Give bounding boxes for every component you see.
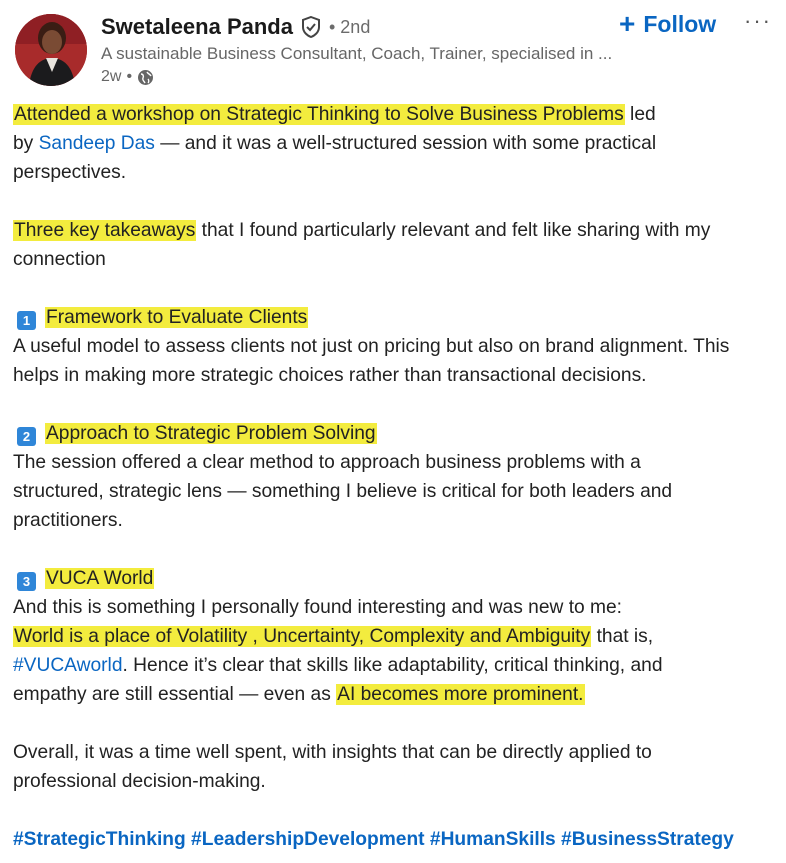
body-text: Overall, it was a time well spent, with …	[13, 742, 652, 763]
hashtag-link[interactable]: #VUCAworld	[13, 655, 123, 676]
author-name[interactable]: Swetaleena Panda	[101, 14, 293, 40]
body-text: helps in making more strategic choices r…	[13, 365, 647, 386]
globe-icon	[137, 69, 154, 86]
takeaway-title: Framework to Evaluate Clients	[45, 307, 309, 328]
connection-degree: 2nd	[340, 16, 371, 37]
body-text: — and it was a well-structured session w…	[154, 133, 657, 154]
mention-link[interactable]: Sandeep Das	[39, 133, 155, 154]
number-two-icon: 2	[17, 427, 36, 446]
takeaway-item-1: 1 Framework to Evaluate Clients A useful …	[13, 303, 781, 390]
body-text: . Hence it’s clear that skills like adap…	[122, 655, 663, 676]
number-three-icon: 3	[17, 572, 36, 591]
body-text: A useful model to assess clients not jus…	[13, 336, 730, 357]
follow-label: Follow	[643, 10, 717, 37]
body-text: by	[13, 133, 39, 154]
takeaways-intro: Three key takeaways that I found particu…	[13, 216, 781, 274]
post-body: Attended a workshop on Strategic Thinkin…	[13, 100, 781, 854]
body-text: structured, strategic lens — something I…	[13, 481, 673, 502]
takeaway-item-3: 3 VUCA World And this is something I pers…	[13, 564, 781, 709]
post-header: Swetaleena Panda • 2nd A sustainable Bus…	[0, 0, 786, 95]
body-text: that I found particularly relevant and f…	[196, 220, 711, 241]
body-text: connection	[13, 249, 106, 270]
body-text: And this is something I personally found…	[13, 597, 623, 618]
follow-button[interactable]: + Follow	[619, 10, 716, 38]
avatar-photo	[15, 14, 87, 86]
closing-paragraph: Overall, it was a time well spent, with …	[13, 738, 781, 796]
highlighted-text: World is a place of Volatility , Uncerta…	[13, 626, 592, 647]
degree-separator: •	[328, 16, 336, 37]
post-meta: 2w •	[101, 68, 621, 86]
highlighted-text: AI becomes more prominent.	[336, 684, 585, 705]
author-info: Swetaleena Panda • 2nd A sustainable Bus…	[101, 12, 621, 86]
hashtags-line[interactable]: #StrategicThinking #LeadershipDevelopmen…	[13, 825, 781, 854]
takeaway-title: VUCA World	[45, 568, 155, 589]
verified-shield-icon	[301, 16, 321, 38]
takeaway-title: Approach to Strategic Problem Solving	[45, 423, 377, 444]
author-headline: A sustainable Business Consultant, Coach…	[101, 44, 613, 63]
body-text: led	[624, 104, 656, 125]
intro-paragraph: Attended a workshop on Strategic Thinkin…	[13, 100, 781, 187]
body-text: The session offered a clear method to ap…	[13, 452, 641, 473]
highlighted-text: Attended a workshop on Strategic Thinkin…	[13, 104, 625, 125]
body-text: empathy are still essential — even as	[13, 684, 337, 705]
takeaway-item-2: 2 Approach to Strategic Problem Solving T…	[13, 419, 781, 535]
body-text: perspectives.	[13, 162, 127, 183]
plus-icon: +	[619, 8, 636, 39]
body-text: that is,	[591, 626, 654, 647]
post-time: 2w	[101, 68, 122, 85]
number-one-icon: 1	[17, 311, 36, 330]
highlighted-text: Three key takeaways	[13, 220, 197, 241]
time-separator: •	[126, 68, 133, 85]
body-text: practitioners.	[13, 510, 123, 531]
body-text: professional decision-making.	[13, 771, 266, 792]
avatar[interactable]	[15, 14, 87, 86]
more-options-button[interactable]: ···	[744, 8, 772, 34]
